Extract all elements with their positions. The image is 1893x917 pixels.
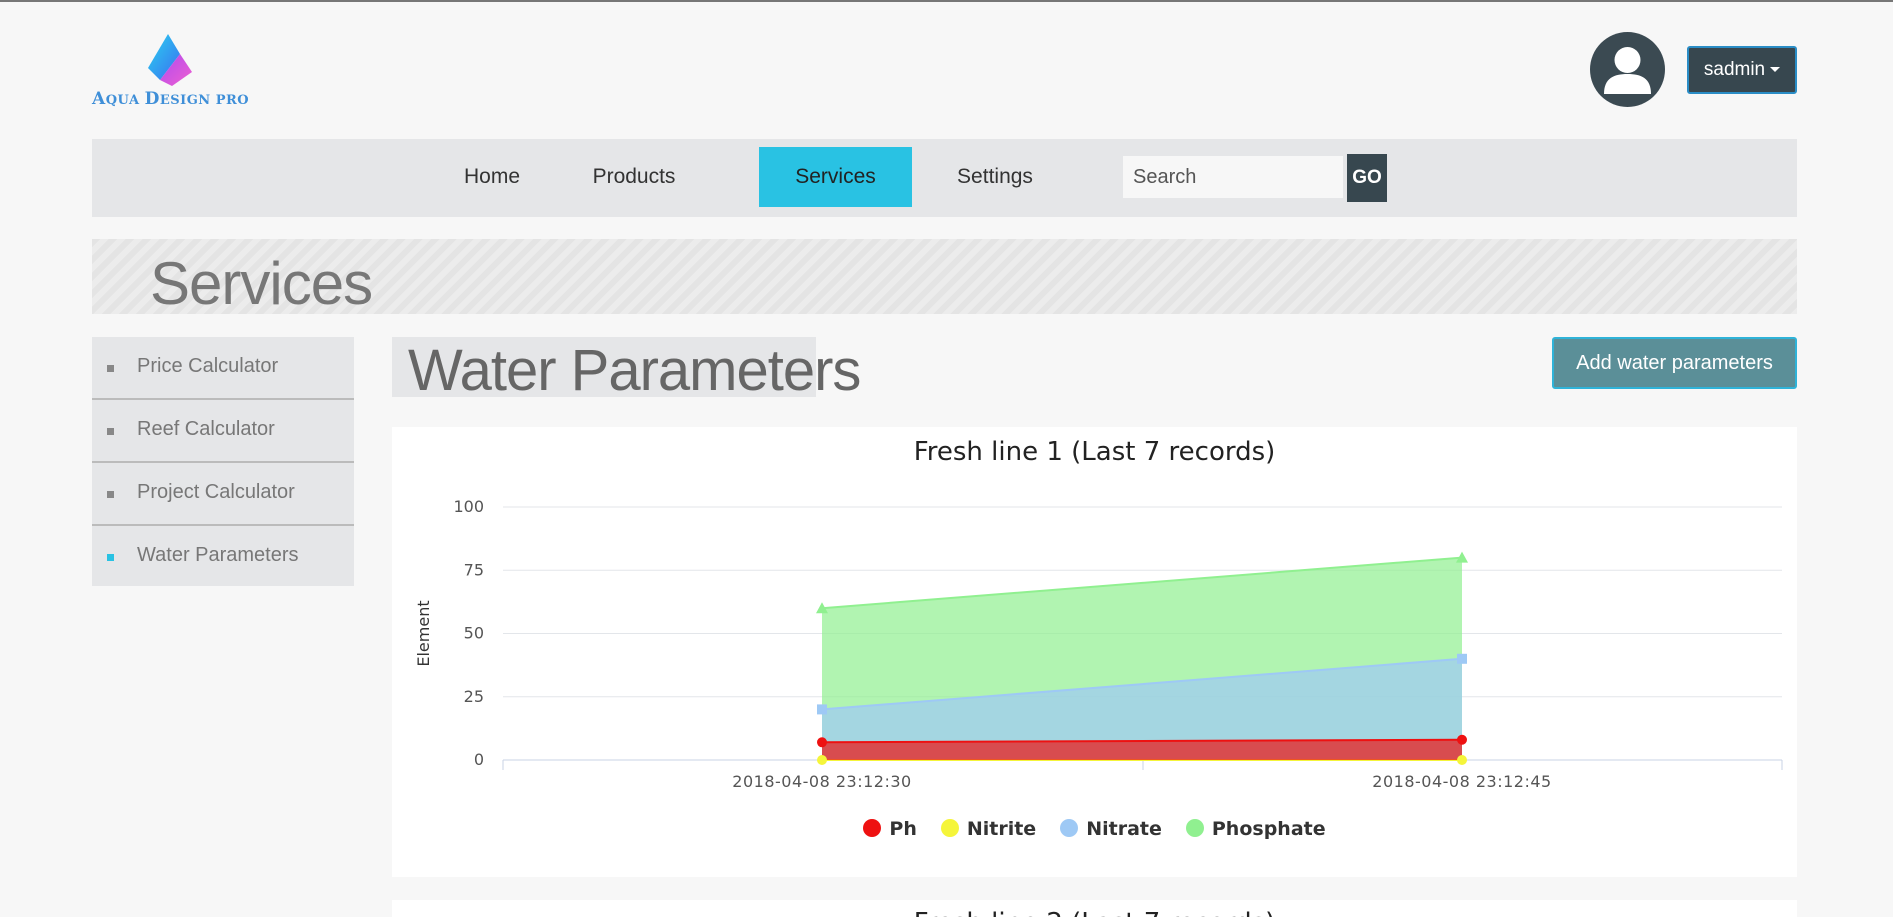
bullet-icon: [107, 554, 114, 561]
section-title: Services: [150, 250, 373, 317]
sidebar-item-project-calculator[interactable]: Project Calculator: [92, 463, 354, 526]
chart-card: 0 25 50 75 100 2018-04-08 23:12:30 2018-04-08 …: [392, 427, 1797, 877]
chart-title-2: Fresh line 2 (Last 7 records): [392, 908, 1797, 917]
legend-label: Nitrite: [966, 818, 1037, 840]
avatar[interactable]: [1590, 32, 1665, 107]
data-point: [1457, 734, 1467, 745]
y-axis-label: Element: [414, 600, 433, 666]
data-point: [817, 737, 827, 748]
bullet-icon: [107, 428, 114, 435]
bullet-icon: [107, 365, 114, 372]
y-tick-label: 75: [464, 560, 484, 579]
user-name: sadmin: [1703, 59, 1766, 80]
y-tick-label: 0: [474, 750, 484, 769]
legend-item-nitrate[interactable]: Nitrate: [1060, 818, 1162, 840]
legend-label: Ph: [889, 818, 917, 840]
page-title: Water Parameters: [408, 338, 861, 403]
legend-label: Phosphate: [1211, 818, 1326, 840]
sidebar-item-reef-calculator[interactable]: Reef Calculator: [92, 400, 354, 463]
user-menu-button[interactable]: sadmin: [1687, 46, 1797, 94]
section-banner: Services: [92, 239, 1797, 317]
legend-item-nitrite[interactable]: Nitrite: [940, 818, 1037, 840]
nav-services[interactable]: Services: [759, 147, 912, 207]
data-point: [1457, 653, 1467, 664]
y-tick-label: 100: [453, 497, 484, 516]
logo-icon: [148, 34, 192, 86]
sidebar-item-price-calculator[interactable]: Price Calculator: [92, 337, 354, 400]
chart-title: Fresh line 1 (Last 7 records): [913, 437, 1276, 467]
water-parameters-chart: 0 25 50 75 100 2018-04-08 23:12:30 2018-04-08 …: [414, 497, 1783, 791]
main-nav: Home Products Services Settings GO: [92, 139, 1797, 217]
chart-legend: Ph Nitrite Nitrate Phosphate: [392, 818, 1797, 840]
nav-settings[interactable]: Settings: [930, 147, 1060, 207]
chart-card-2: Fresh line 2 (Last 7 records): [392, 900, 1797, 917]
legend-label: Nitrate: [1086, 818, 1162, 840]
data-point: [817, 755, 827, 765]
legend-item-phosphate[interactable]: Phosphate: [1185, 818, 1326, 840]
logo[interactable]: AQUA DESIGN PRO: [92, 32, 252, 112]
bullet-icon: [107, 491, 114, 498]
legend-marker-icon: [1185, 819, 1204, 837]
sidebar-item-label: Price Calculator: [137, 355, 279, 377]
y-tick-label: 50: [464, 624, 484, 643]
sidebar-item-label: Project Calculator: [137, 481, 295, 503]
logo-text: AQUA DESIGN PRO: [92, 89, 250, 109]
legend-marker-icon: [863, 819, 882, 837]
page-title-box: Water Parameters: [392, 337, 861, 403]
sidebar: Price Calculator Reef Calculator Project…: [92, 337, 354, 586]
x-tick-label: 2018-04-08 23:12:45: [1372, 772, 1551, 791]
legend-marker-icon: [940, 819, 959, 837]
legend-item-ph[interactable]: Ph: [863, 818, 917, 840]
add-water-parameters-button[interactable]: Add water parameters: [1552, 337, 1797, 389]
sidebar-item-water-parameters[interactable]: Water Parameters: [92, 526, 354, 586]
nav-products[interactable]: Products: [569, 147, 699, 207]
nav-home[interactable]: Home: [432, 147, 552, 207]
sidebar-item-label: Reef Calculator: [137, 418, 275, 440]
caret-down-icon: [1770, 67, 1781, 73]
sidebar-item-label: Water Parameters: [137, 544, 299, 566]
search-input[interactable]: [1123, 156, 1343, 198]
search-go-button[interactable]: GO: [1347, 154, 1387, 202]
data-point: [1457, 755, 1467, 765]
y-tick-label: 25: [464, 687, 484, 706]
x-tick-label: 2018-04-08 23:12:30: [732, 772, 911, 791]
user-icon: [1604, 47, 1651, 94]
legend-marker-icon: [1060, 819, 1079, 837]
data-point: [817, 704, 827, 715]
